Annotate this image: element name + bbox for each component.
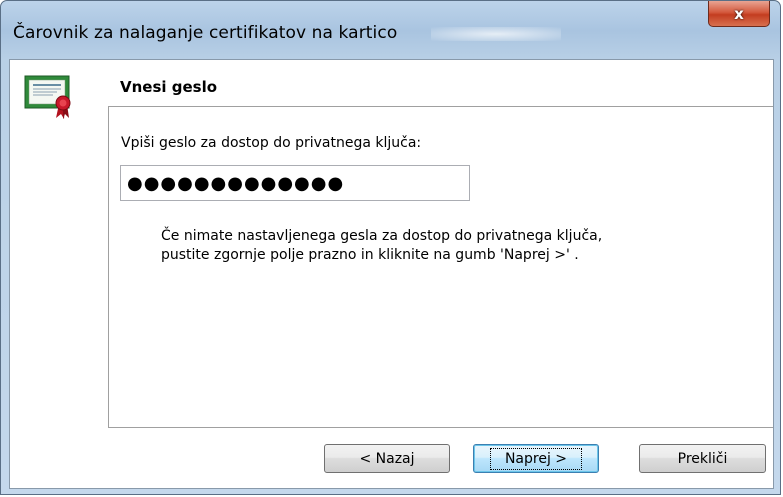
next-button-label: Naprej > [489, 447, 583, 470]
hint-line-1: Če nimate nastavljenega gesla za dostop … [161, 228, 603, 244]
page-title: Vnesi geslo [120, 78, 218, 96]
wizard-body: Vpiši geslo za dostop do privatnega klju… [108, 107, 773, 428]
back-button[interactable]: < Nazaj [324, 444, 450, 473]
hint-text: Če nimate nastavljenega gesla za dostop … [161, 227, 721, 265]
window-title: Čarovnik za nalaganje certifikatov na ka… [13, 23, 398, 43]
wizard-footer: < Nazaj Naprej > Prekliči [10, 428, 773, 488]
next-button[interactable]: Naprej > [473, 444, 599, 473]
wizard-window: Čarovnik za nalaganje certifikatov na ka… [0, 0, 781, 495]
password-input[interactable]: ●●●●●●●●●●●●● [120, 165, 470, 201]
hint-line-2: pustite zgornje polje prazno in kliknite… [161, 247, 579, 263]
close-button[interactable]: x [708, 1, 770, 27]
wizard-content: Vnesi geslo Vpiši geslo za dostop do pri… [9, 59, 774, 489]
password-prompt-label: Vpiši geslo za dostop do privatnega klju… [121, 135, 422, 151]
certificate-icon [24, 75, 71, 119]
title-glow [431, 27, 561, 41]
close-icon: x [734, 4, 744, 23]
cancel-button[interactable]: Prekliči [639, 444, 766, 473]
title-bar[interactable]: Čarovnik za nalaganje certifikatov na ka… [1, 1, 780, 59]
